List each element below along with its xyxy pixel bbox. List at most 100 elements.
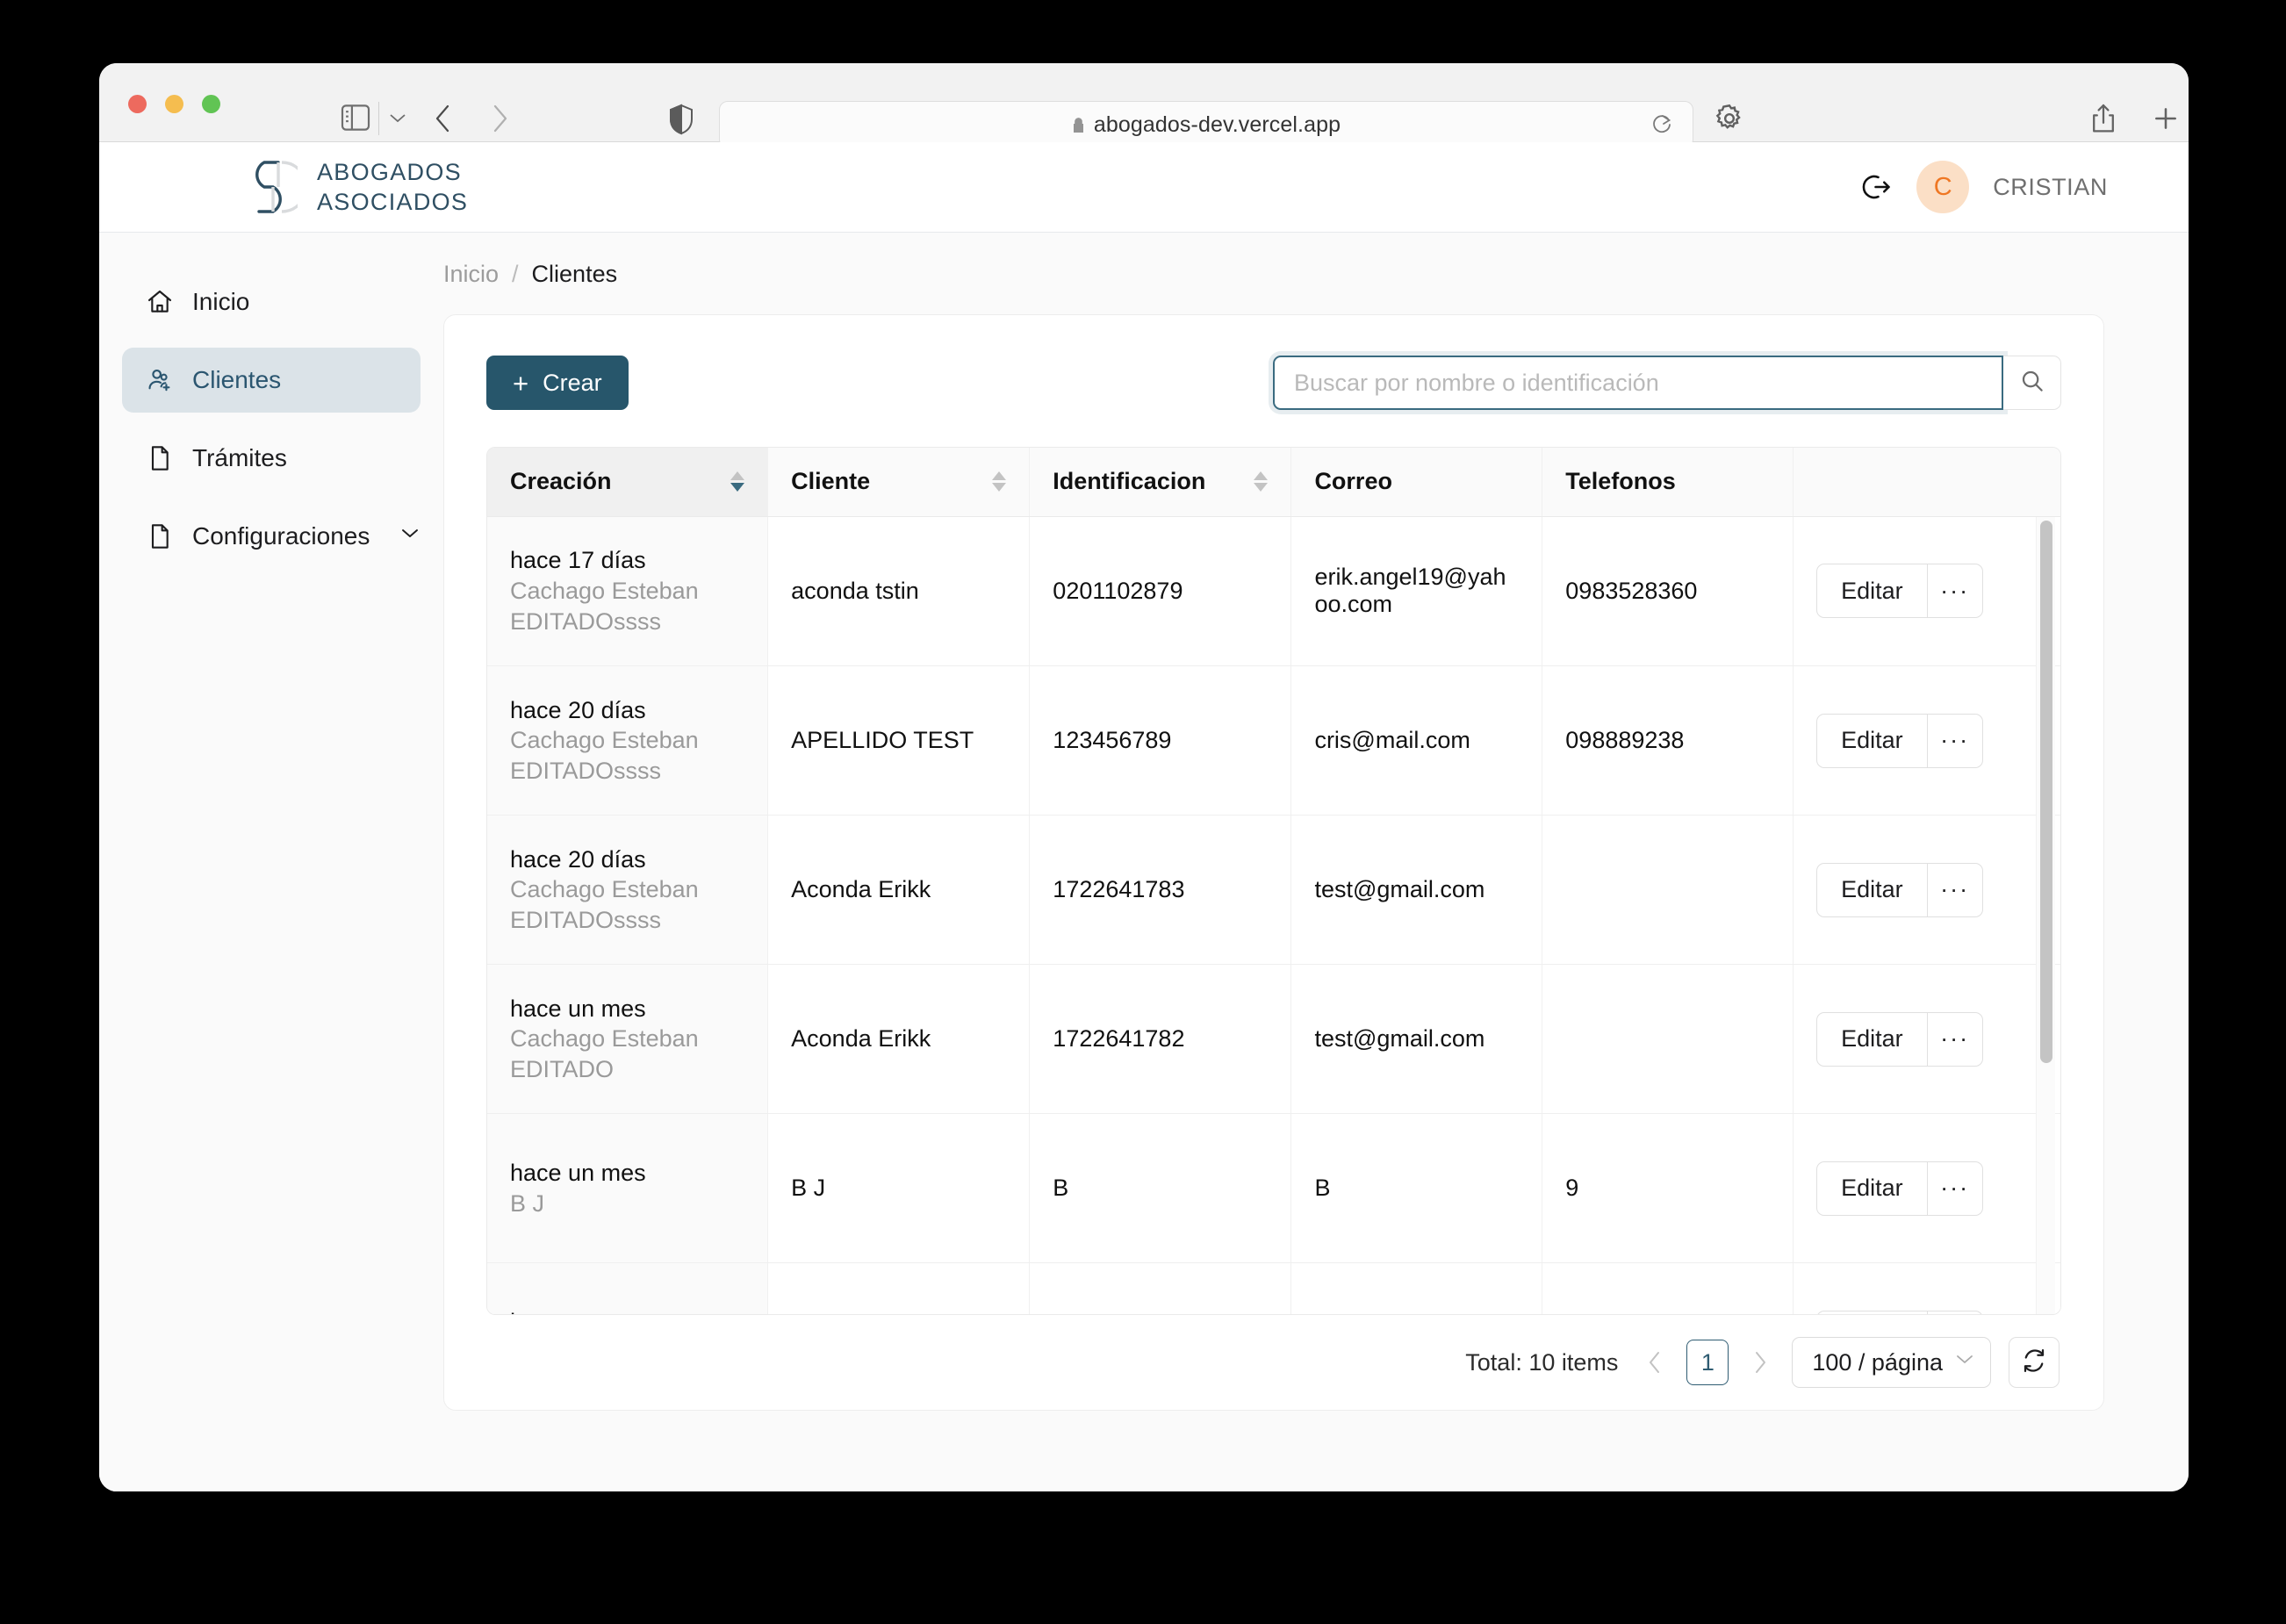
cell-creacion: hace 20 días Cachago Esteban EDITADOssss	[487, 665, 769, 816]
more-options-button[interactable]: ···	[1928, 864, 1982, 916]
table-row: hace un mesHj OoTESTAPELLIDO Oo12tecnolo…	[487, 1262, 2060, 1315]
table-scrollbar-thumb[interactable]	[2040, 520, 2052, 1063]
search-input[interactable]	[1273, 356, 2003, 410]
table-header-identificacion[interactable]: Identificacion	[1029, 448, 1292, 517]
window-controls	[128, 95, 220, 113]
cell-cliente: Aconda Erikk	[767, 964, 1031, 1114]
creacion-relative: hace un mes	[510, 1159, 646, 1186]
sort-arrows-icon[interactable]	[992, 471, 1007, 492]
edit-button[interactable]: Editar	[1817, 1012, 1928, 1066]
reload-icon[interactable]	[1650, 112, 1673, 137]
maximize-window-button[interactable]	[202, 95, 220, 113]
avatar[interactable]: C	[1916, 161, 1970, 213]
back-button[interactable]	[427, 102, 460, 135]
header-actions: C CRISTIAN	[1861, 142, 2108, 232]
edit-button[interactable]: Editar	[1817, 1161, 1928, 1215]
chevron-right-icon[interactable]	[1746, 1345, 1774, 1380]
clients-card: + Crear Buscar por nombre o identificaci…	[443, 314, 2104, 1411]
creacion-autor: B J	[510, 1189, 545, 1217]
cell-correo: tecnologia@innova-salud.org	[1290, 1262, 1543, 1314]
cell-actions: Editar···	[1793, 1113, 2060, 1263]
table-row: hace 20 días Cachago Esteban EDITADOssss A…	[487, 665, 2060, 816]
sidebar-item-label: Inicio	[192, 288, 250, 315]
cell-telefonos	[1542, 815, 1794, 965]
sidebar-item-tramites[interactable]: Trámites	[122, 426, 421, 491]
chevron-down-icon[interactable]	[399, 526, 421, 547]
plus-icon: +	[513, 367, 529, 399]
page-size-select[interactable]: 100 / página	[1792, 1337, 1991, 1388]
table-header-creacion[interactable]: Creación	[487, 448, 769, 517]
brand-name: ABOGADOS ASOCIADOS	[317, 157, 468, 217]
more-options-button[interactable]: ···	[1928, 1162, 1982, 1215]
sort-arrows-icon[interactable]	[1254, 471, 1269, 492]
refresh-button[interactable]	[2009, 1337, 2060, 1388]
column-label: Creación	[510, 468, 612, 495]
logout-icon[interactable]	[1861, 171, 1893, 203]
brand-line-1: ABOGADOS	[317, 159, 462, 185]
minimize-window-button[interactable]	[165, 95, 183, 113]
cell-identificacion: 12	[1029, 1262, 1292, 1314]
table-scrollbar[interactable]	[2036, 516, 2055, 1314]
privacy-shield-icon[interactable]	[665, 103, 697, 136]
cell-cliente: APELLIDO TEST	[767, 665, 1031, 816]
more-options-button[interactable]: ···	[1928, 715, 1982, 767]
cell-telefonos: 0983528360	[1542, 516, 1794, 666]
sidebar-toggle-icon[interactable]	[338, 102, 373, 133]
sidebar-item-clientes[interactable]: Clientes	[122, 348, 421, 413]
create-button[interactable]: + Crear	[486, 356, 629, 410]
main-content: Inicio / Clientes + Crear Buscar por nom…	[443, 233, 2189, 1491]
more-options-button[interactable]: ···	[1928, 1013, 1982, 1066]
address-bar[interactable]: abogados-dev.vercel.app	[719, 101, 1693, 148]
users-icon	[146, 366, 174, 394]
table-scroll-area: hace 17 días Cachago Esteban EDITADOssss a…	[487, 516, 2060, 1315]
chevron-down-icon[interactable]	[386, 107, 409, 128]
sidebar-item-configuraciones[interactable]: Configuraciones	[122, 504, 421, 569]
cell-creacion: hace un mes B J	[487, 1113, 769, 1263]
gear-icon[interactable]	[1714, 104, 1744, 133]
brand[interactable]: ABOGADOS ASOCIADOS	[243, 157, 468, 217]
cell-correo: test@gmail.com	[1290, 964, 1543, 1114]
breadcrumb-current: Clientes	[531, 261, 618, 287]
page-size-value: 100 / página	[1812, 1348, 1943, 1376]
user-name: CRISTIAN	[1993, 173, 2108, 200]
table-header-cliente[interactable]: Cliente	[767, 448, 1031, 517]
cell-actions: Editar···	[1793, 665, 2060, 816]
edit-button[interactable]: Editar	[1817, 863, 1928, 916]
breadcrumb: Inicio / Clientes	[443, 261, 2104, 288]
cell-cliente: B J	[767, 1113, 1031, 1263]
cell-actions: Editar···	[1793, 815, 2060, 965]
search-button[interactable]	[2003, 356, 2061, 410]
cell-creacion: hace un mes Cachago Esteban EDITADO	[487, 964, 769, 1114]
cell-identificacion: 0201102879	[1029, 516, 1292, 666]
breadcrumb-inicio[interactable]: Inicio	[443, 261, 499, 288]
table-toolbar: + Crear	[486, 356, 2061, 410]
home-icon	[146, 288, 174, 316]
more-options-button[interactable]: ···	[1928, 564, 1982, 617]
breadcrumb-separator: /	[512, 261, 519, 287]
sort-arrows-icon[interactable]	[730, 471, 745, 492]
edit-button[interactable]: Editar	[1817, 714, 1928, 767]
lock-icon	[1072, 117, 1085, 133]
column-label: Identificacion	[1053, 468, 1206, 495]
creacion-autor: Cachago Esteban EDITADOssss	[510, 577, 699, 635]
row-action-group: Editar···	[1816, 1161, 1983, 1216]
chevron-left-icon[interactable]	[1641, 1345, 1669, 1380]
close-window-button[interactable]	[128, 95, 147, 113]
pagination-page-1[interactable]: 1	[1686, 1340, 1729, 1385]
table-row: hace 17 días Cachago Esteban EDITADOssss a…	[487, 516, 2060, 666]
edit-button[interactable]: Editar	[1817, 564, 1928, 618]
cell-identificacion: 1722641783	[1029, 815, 1292, 965]
browser-window: abogados-dev.vercel.app ABOGADOS ASOCIAD…	[99, 63, 2189, 1491]
cell-correo: test@gmail.com	[1290, 815, 1543, 965]
cell-correo: cris@mail.com	[1290, 665, 1543, 816]
sidebar-item-inicio[interactable]: Inicio	[122, 269, 421, 334]
more-options-button[interactable]: ···	[1928, 1311, 1982, 1315]
share-icon[interactable]	[2088, 102, 2119, 135]
forward-button[interactable]	[483, 102, 516, 135]
cell-creacion: hace un mesHj Oo	[487, 1262, 769, 1314]
row-action-group: Editar···	[1816, 1310, 1983, 1315]
edit-button[interactable]: Editar	[1817, 1311, 1928, 1314]
plus-icon[interactable]	[2151, 104, 2181, 133]
logo-icon	[243, 157, 308, 217]
cell-identificacion: 123456789	[1029, 665, 1292, 816]
